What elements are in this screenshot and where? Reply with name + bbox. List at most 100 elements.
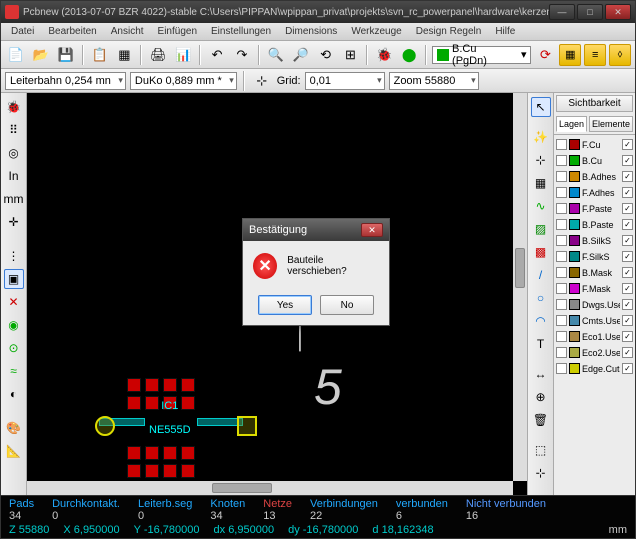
layer-row[interactable]: F.Adhes✓: [556, 185, 633, 200]
drc-icon[interactable]: ⬤: [398, 44, 420, 66]
gridorigin-icon[interactable]: ⊹: [531, 463, 551, 483]
addarc-icon[interactable]: ◠: [531, 311, 551, 331]
close-button[interactable]: ✕: [605, 4, 631, 20]
layer-visible-checkbox[interactable]: ✓: [622, 299, 633, 310]
layer-row[interactable]: B.Adhes✓: [556, 169, 633, 184]
addtext-icon[interactable]: T: [531, 334, 551, 354]
track-fill-icon[interactable]: ≈: [4, 361, 24, 381]
layer-radio[interactable]: [556, 331, 567, 342]
zone-icon[interactable]: ✕: [4, 292, 24, 312]
layer-radio[interactable]: [556, 219, 567, 230]
layer-visible-checkbox[interactable]: ✓: [622, 363, 633, 374]
layer-visible-checkbox[interactable]: ✓: [622, 267, 633, 278]
layer-visible-checkbox[interactable]: ✓: [622, 171, 633, 182]
layer-selector[interactable]: B.Cu (PgDn) ▾: [432, 46, 531, 64]
minimize-button[interactable]: —: [549, 4, 575, 20]
dialog-close-button[interactable]: ✕: [361, 223, 383, 237]
cursor-icon[interactable]: ✛: [4, 212, 24, 232]
zoom-fit-icon[interactable]: ⊞: [340, 44, 362, 66]
grid-combo[interactable]: 0,01: [305, 72, 385, 90]
layers-icon[interactable]: ≡: [584, 44, 606, 66]
layer-visible-checkbox[interactable]: ✓: [622, 219, 633, 230]
layer-radio[interactable]: [556, 299, 567, 310]
reload-icon[interactable]: ⟳: [534, 44, 556, 66]
plot-icon[interactable]: 📊: [172, 44, 194, 66]
layer-visible-checkbox[interactable]: ✓: [622, 347, 633, 358]
addmodule-icon[interactable]: ▦: [531, 173, 551, 193]
adddim-icon[interactable]: ↔: [531, 364, 551, 384]
router-icon[interactable]: ⬨: [609, 44, 631, 66]
layer-radio[interactable]: [556, 315, 567, 326]
tab-lagen[interactable]: Lagen: [556, 116, 587, 132]
open-icon[interactable]: 📂: [30, 44, 52, 66]
grid-icon[interactable]: ⊹: [251, 70, 273, 92]
menu-dimensions[interactable]: Dimensions: [279, 24, 343, 39]
units-in-icon[interactable]: In: [4, 166, 24, 186]
autodel-icon[interactable]: ▣: [4, 269, 24, 289]
via-size-combo[interactable]: DuKo 0,889 mm *: [130, 72, 237, 90]
yes-button[interactable]: Yes: [258, 295, 312, 315]
grid-dots-icon[interactable]: ⠿: [4, 120, 24, 140]
addzone-icon[interactable]: ▨: [531, 219, 551, 239]
layer-visible-checkbox[interactable]: ✓: [622, 139, 633, 150]
menu-datei[interactable]: Datei: [5, 24, 40, 39]
layer-row[interactable]: Eco1.User✓: [556, 329, 633, 344]
layer-row[interactable]: F.Paste✓: [556, 201, 633, 216]
layer-visible-checkbox[interactable]: ✓: [622, 235, 633, 246]
mwave-icon[interactable]: 📐: [4, 441, 24, 461]
module-icon[interactable]: ▦: [114, 44, 136, 66]
save-icon[interactable]: 💾: [55, 44, 77, 66]
maximize-button[interactable]: □: [577, 4, 603, 20]
addtarget-icon[interactable]: ⊕: [531, 387, 551, 407]
menu-einfügen[interactable]: Einfügen: [152, 24, 203, 39]
layer-row[interactable]: F.SilkS✓: [556, 249, 633, 264]
menu-bearbeiten[interactable]: Bearbeiten: [42, 24, 102, 39]
tab-elemente[interactable]: Elemente: [589, 116, 633, 132]
layer-row[interactable]: Cmts.User✓: [556, 313, 633, 328]
layer-radio[interactable]: [556, 251, 567, 262]
layer-visible-checkbox[interactable]: ✓: [622, 331, 633, 342]
layer-row[interactable]: B.Cu✓: [556, 153, 633, 168]
new-icon[interactable]: 📄: [5, 44, 27, 66]
layer-row[interactable]: B.SilkS✓: [556, 233, 633, 248]
highlight-icon[interactable]: ✨: [531, 127, 551, 147]
layer-radio[interactable]: [556, 235, 567, 246]
redo-icon[interactable]: ↷: [231, 44, 253, 66]
layer-row[interactable]: B.Mask✓: [556, 265, 633, 280]
menu-ansicht[interactable]: Ansicht: [105, 24, 150, 39]
delete-icon[interactable]: 🗑: [531, 410, 551, 430]
layer-radio[interactable]: [556, 283, 567, 294]
addline-icon[interactable]: /: [531, 265, 551, 285]
no-button[interactable]: No: [320, 295, 374, 315]
undo-icon[interactable]: ↶: [206, 44, 228, 66]
layer-radio[interactable]: [556, 171, 567, 182]
layer-visible-checkbox[interactable]: ✓: [622, 251, 633, 262]
layer-radio[interactable]: [556, 363, 567, 374]
pad-fill-icon[interactable]: ◉: [4, 315, 24, 335]
layer-radio[interactable]: [556, 267, 567, 278]
layer-radio[interactable]: [556, 155, 567, 166]
ratsnest-icon[interactable]: ⋮: [4, 246, 24, 266]
addtrack-icon[interactable]: ∿: [531, 196, 551, 216]
find-icon[interactable]: 🐞: [373, 44, 395, 66]
layer-radio[interactable]: [556, 139, 567, 150]
track-width-combo[interactable]: Leiterbahn 0,254 mn: [5, 72, 126, 90]
layer-row[interactable]: B.Paste✓: [556, 217, 633, 232]
layer-visible-checkbox[interactable]: ✓: [622, 155, 633, 166]
layer-visible-checkbox[interactable]: ✓: [622, 203, 633, 214]
drc-off-icon[interactable]: 🐞: [4, 97, 24, 117]
offset-icon[interactable]: ⬚: [531, 440, 551, 460]
addkeepout-icon[interactable]: ▩: [531, 242, 551, 262]
layer-row[interactable]: F.Mask✓: [556, 281, 633, 296]
zoom-out-icon[interactable]: 🔎: [290, 44, 312, 66]
layer-radio[interactable]: [556, 203, 567, 214]
layer-visible-checkbox[interactable]: ✓: [622, 187, 633, 198]
select-icon[interactable]: ↖: [531, 97, 551, 117]
polar-icon[interactable]: ◎: [4, 143, 24, 163]
addcircle-icon[interactable]: ○: [531, 288, 551, 308]
layer-row[interactable]: Eco2.User✓: [556, 345, 633, 360]
menu-werkzeuge[interactable]: Werkzeuge: [345, 24, 407, 39]
units-mm-icon[interactable]: mm: [4, 189, 24, 209]
ratsnest2-icon[interactable]: ⊹: [531, 150, 551, 170]
page-icon[interactable]: 📋: [89, 44, 111, 66]
